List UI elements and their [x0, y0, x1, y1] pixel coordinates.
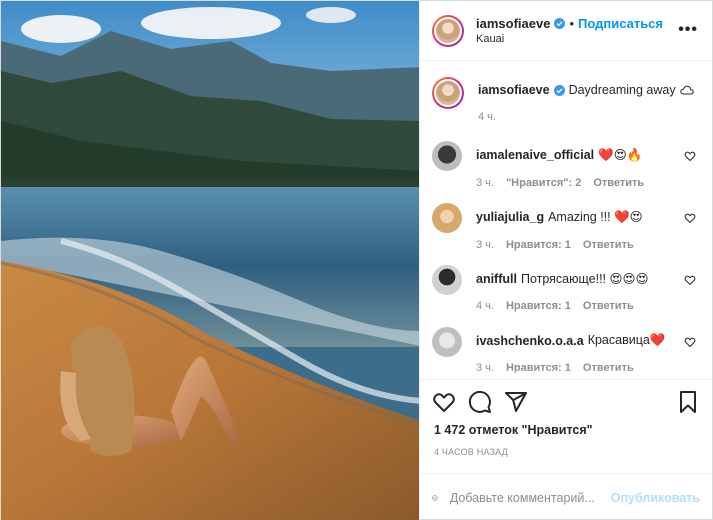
caption-time[interactable]: 4 ч.	[478, 111, 496, 123]
like-comment-heart-icon[interactable]	[684, 212, 696, 224]
comments-section[interactable]: iamsofiaeve Daydreaming away 4 ч. iamale…	[420, 61, 712, 379]
comment-username[interactable]: ivashchenko.o.a.a	[476, 334, 584, 348]
commenter-avatar[interactable]	[432, 141, 462, 171]
comment-likes[interactable]: "Нравится": 2	[506, 177, 581, 189]
comment-input[interactable]	[449, 490, 611, 505]
comment-text: ❤️😍🔥	[598, 148, 643, 162]
verified-badge-icon	[553, 84, 565, 96]
reply-button[interactable]: Ответить	[593, 177, 644, 189]
author-username[interactable]: iamsofiaeve	[476, 16, 550, 31]
post-details-panel: iamsofiaeve • Подписаться Kauai ••• iams…	[419, 1, 712, 520]
caption-text: Daydreaming away	[568, 83, 676, 97]
commenter-avatar[interactable]	[432, 265, 462, 295]
post-header: iamsofiaeve • Подписаться Kauai •••	[420, 1, 712, 61]
commenter-avatar[interactable]	[432, 203, 462, 233]
post-location[interactable]: Kauai	[476, 33, 663, 45]
post-photo[interactable]	[1, 1, 419, 520]
reply-button[interactable]: Ответить	[583, 300, 634, 312]
follow-button[interactable]: Подписаться	[578, 16, 663, 31]
reply-button[interactable]: Ответить	[583, 239, 634, 251]
caption-username[interactable]: iamsofiaeve	[478, 83, 550, 97]
like-heart-icon[interactable]	[432, 390, 456, 414]
verified-badge-icon	[554, 18, 566, 29]
comment-time[interactable]: 3 ч.	[476, 239, 494, 251]
comment-item: iamalenaive_official ❤️😍🔥 3 ч. "Нравится…	[432, 141, 700, 189]
more-options-icon[interactable]: •••	[678, 22, 698, 38]
likes-count[interactable]: 1 472 отметок "Нравится"	[420, 423, 712, 441]
author-avatar[interactable]	[432, 14, 464, 47]
share-paper-plane-icon[interactable]	[504, 390, 528, 414]
comment-time[interactable]: 3 ч.	[476, 177, 494, 189]
like-comment-heart-icon[interactable]	[684, 150, 696, 162]
emoji-smiley-icon[interactable]	[432, 486, 438, 510]
beach-photo-image	[1, 1, 419, 520]
comment-text: Красавица❤️	[587, 333, 666, 347]
comment-text: Amazing !!! ❤️😍	[548, 210, 643, 224]
author-info: iamsofiaeve • Подписаться Kauai	[476, 16, 663, 45]
comment-username[interactable]: yuliajulia_g	[476, 210, 544, 224]
comment-bubble-icon[interactable]	[468, 390, 492, 414]
instagram-post: iamsofiaeve • Подписаться Kauai ••• iams…	[0, 0, 713, 520]
cloud-icon	[679, 85, 694, 95]
like-comment-heart-icon[interactable]	[684, 336, 696, 348]
comment-likes[interactable]: Нравится: 1	[506, 300, 571, 312]
save-bookmark-icon[interactable]	[676, 390, 700, 414]
comment-text: Потрясающе!!! 😍😍😍	[520, 272, 649, 286]
separator-dot: •	[569, 16, 574, 31]
commenter-avatar[interactable]	[432, 327, 462, 357]
caption-avatar[interactable]	[432, 77, 464, 109]
comment-item: yuliajulia_g Amazing !!! ❤️😍 3 ч. Нравит…	[432, 203, 700, 251]
post-actions-bar	[420, 379, 712, 423]
posted-time[interactable]: 4 ЧАСОВ НАЗАД	[420, 441, 712, 465]
like-comment-heart-icon[interactable]	[684, 274, 696, 286]
scroll-fade	[420, 369, 712, 379]
add-comment-bar: Опубликовать	[420, 473, 712, 520]
comment-likes[interactable]: Нравится: 1	[506, 239, 571, 251]
comment-item: aniffull Потрясающе!!! 😍😍😍 4 ч. Нравится…	[432, 265, 700, 312]
comment-time[interactable]: 4 ч.	[476, 300, 494, 312]
comment-item: ivashchenko.o.a.a Красавица❤️ 3 ч. Нрави…	[432, 327, 700, 374]
comment-username[interactable]: iamalenaive_official	[476, 148, 594, 162]
post-caption: iamsofiaeve Daydreaming away 4 ч.	[432, 77, 700, 123]
comment-username[interactable]: aniffull	[476, 272, 517, 286]
publish-button[interactable]: Опубликовать	[611, 491, 700, 505]
